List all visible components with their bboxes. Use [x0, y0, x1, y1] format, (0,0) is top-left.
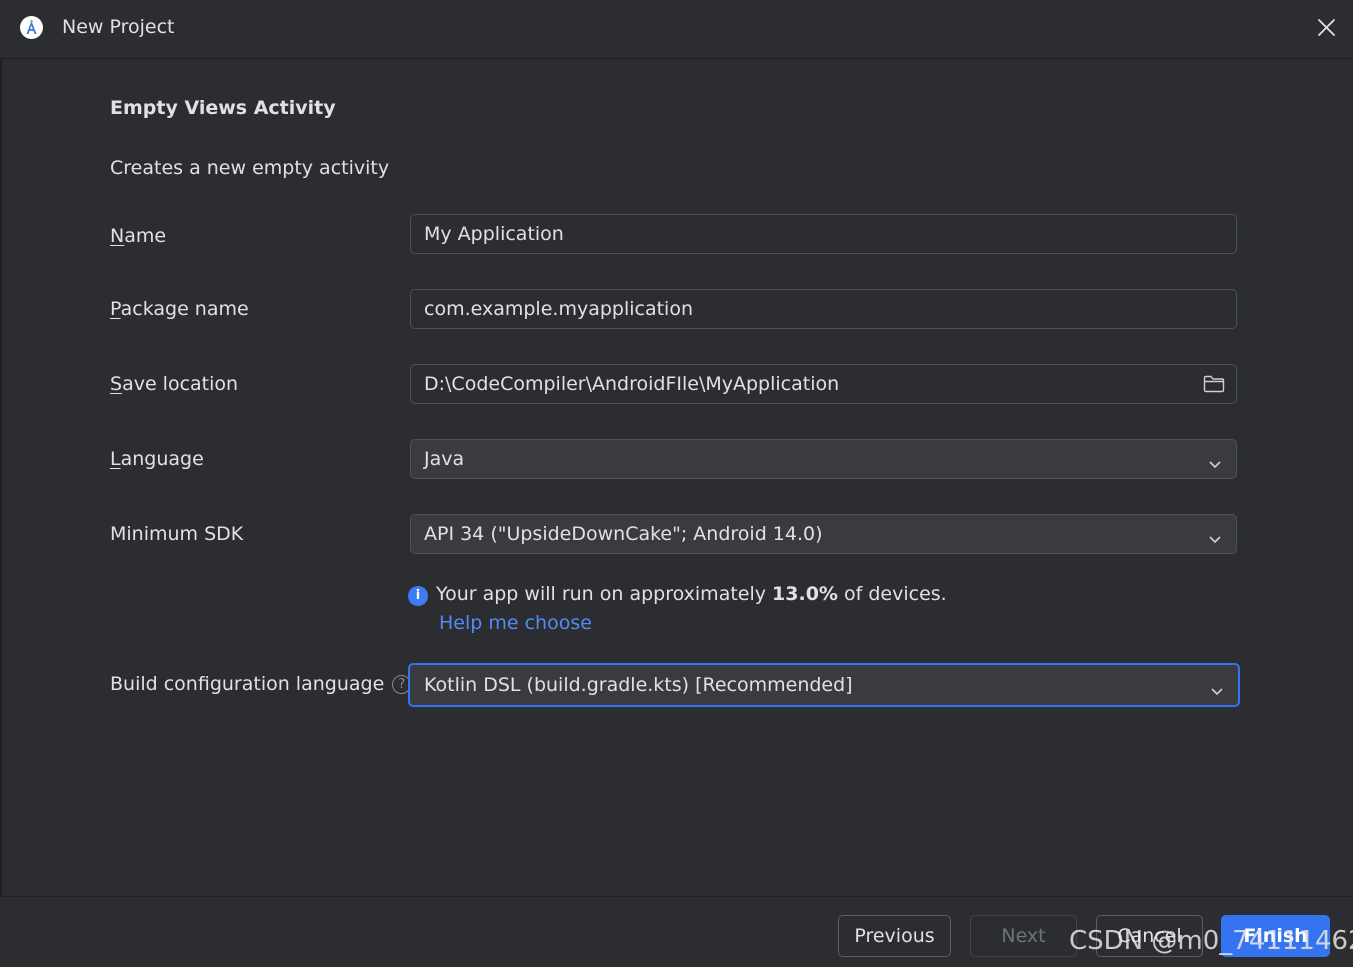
language-dropdown[interactable]: Java: [410, 439, 1237, 479]
min-sdk-value: API 34 ("UpsideDownCake"; Android 14.0): [424, 523, 823, 545]
template-description: Creates a new empty activity: [110, 157, 390, 179]
form-panel: Empty Views Activity Creates a new empty…: [0, 59, 1353, 895]
build-config-dropdown[interactable]: Kotlin DSL (build.gradle.kts) [Recommend…: [408, 663, 1240, 707]
chevron-down-icon: [1210, 681, 1224, 700]
language-label-text: anguage: [120, 448, 204, 470]
help-me-choose-link[interactable]: Help me choose: [439, 612, 592, 634]
info-text-suffix: of devices.: [837, 583, 947, 605]
language-label-mnemonic: L: [110, 448, 121, 470]
chevron-down-icon: [1208, 529, 1222, 548]
dialog-footer: Previous Next Cancel Finish: [0, 896, 1353, 967]
min-sdk-label: Minimum SDK: [110, 523, 244, 545]
info-percent: 13.0%: [772, 583, 838, 605]
package-name-field[interactable]: com.example.myapplication: [410, 289, 1237, 329]
chevron-down-icon: [1208, 454, 1222, 473]
finish-button[interactable]: Finish: [1221, 915, 1330, 957]
next-button[interactable]: Next: [970, 915, 1077, 957]
name-label-text: ame: [124, 225, 167, 247]
previous-button[interactable]: Previous: [838, 915, 951, 957]
min-sdk-dropdown[interactable]: API 34 ("UpsideDownCake"; Android 14.0): [410, 514, 1237, 554]
name-label: Name: [110, 225, 166, 247]
build-config-label: Build configuration language?: [110, 673, 412, 695]
android-studio-icon: [20, 16, 43, 39]
save-location-value: D:\CodeCompiler\AndroidFIle\MyApplicatio…: [424, 373, 840, 395]
save-location-label-mnemonic: S: [110, 373, 123, 395]
package-label: Package name: [110, 298, 249, 320]
package-name-value: com.example.myapplication: [424, 298, 693, 320]
save-location-label: Save location: [110, 373, 238, 395]
name-label-mnemonic: N: [110, 225, 125, 247]
folder-icon[interactable]: [1203, 375, 1225, 397]
package-label-text: ackage name: [120, 298, 249, 320]
name-field[interactable]: My Application: [410, 214, 1237, 254]
device-coverage-info: i Your app will run on approximately 13.0…: [408, 583, 947, 606]
info-text-prefix: Your app will run on approximately: [436, 583, 773, 605]
build-config-value: Kotlin DSL (build.gradle.kts) [Recommend…: [424, 674, 853, 696]
name-value: My Application: [424, 223, 564, 245]
close-icon[interactable]: [1313, 14, 1341, 42]
build-config-label-text: Build configuration language: [110, 673, 385, 695]
save-location-field[interactable]: D:\CodeCompiler\AndroidFIle\MyApplicatio…: [410, 364, 1237, 404]
package-label-mnemonic: P: [110, 298, 121, 320]
window-title: New Project: [62, 16, 175, 38]
language-value: Java: [424, 448, 465, 470]
title-bar: New Project: [0, 0, 1353, 59]
save-location-label-text: ave location: [122, 373, 239, 395]
language-label: Language: [110, 448, 204, 470]
template-heading: Empty Views Activity: [110, 97, 336, 119]
cancel-button[interactable]: Cancel: [1096, 915, 1203, 957]
info-icon: i: [408, 586, 428, 606]
